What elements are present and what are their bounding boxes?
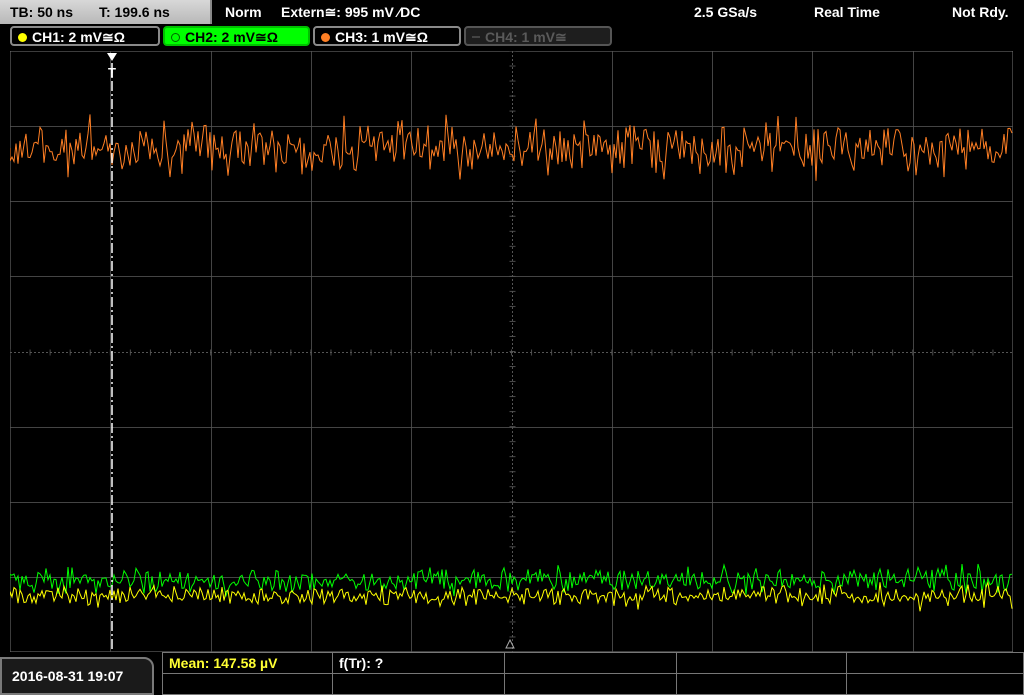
top-status-bar: TB: 50 ns T: 199.6 ns Norm Extern≅: 995 …: [0, 0, 1024, 24]
trigger-mode-label[interactable]: Norm: [225, 0, 262, 24]
measurement-slot-9[interactable]: [677, 674, 847, 695]
datetime-box: 2016-08-31 19:07: [0, 657, 154, 695]
run-status-label: Not Rdy.: [952, 4, 1009, 20]
trigger-marker-label: T: [108, 65, 116, 80]
measurement-slot-6[interactable]: [163, 674, 333, 695]
channel-3-color-icon: [321, 33, 330, 42]
channel-2-color-icon: [171, 33, 180, 42]
channel-4-button[interactable]: CH4: 1 mV≅: [464, 26, 612, 46]
measurement-mean[interactable]: Mean: 147.58 µV: [163, 653, 333, 674]
timebase-box[interactable]: TB: 50 ns T: 199.6 ns: [0, 0, 212, 24]
channel-4-off-icon: [472, 36, 480, 38]
channel-1-label: CH1: 2 mV≅Ω: [32, 29, 125, 45]
trigger-time-label: T: 199.6 ns: [99, 4, 170, 20]
measurement-slot-10[interactable]: [847, 674, 1024, 695]
channel-bar: CH1: 2 mV≅Ω CH2: 2 mV≅Ω CH3: 1 mV≅Ω CH4:…: [0, 26, 1024, 48]
measurement-slot-7[interactable]: [333, 674, 505, 695]
measurement-slot-3[interactable]: [505, 653, 677, 674]
measurement-slot-8[interactable]: [505, 674, 677, 695]
trigger-source-label[interactable]: Extern≅: 995 mV ⁄DC: [281, 0, 420, 24]
timebase-label: TB: 50 ns: [10, 4, 74, 20]
channel-2-button[interactable]: CH2: 2 mV≅Ω: [163, 26, 310, 46]
sample-rate-label: 2.5 GSa/s: [694, 4, 758, 20]
channel-2-label: CH2: 2 mV≅Ω: [185, 29, 278, 45]
waveform-display[interactable]: T: [10, 51, 1013, 652]
acquisition-mode-label: Real Time: [814, 4, 880, 20]
measurement-trigger-frequency[interactable]: f(Tr): ?: [333, 653, 505, 674]
channel-1-color-icon: [18, 33, 27, 42]
channel-4-label: CH4: 1 mV≅: [485, 29, 567, 45]
measurement-slot-5[interactable]: [847, 653, 1024, 674]
channel-1-button[interactable]: CH1: 2 mV≅Ω: [10, 26, 160, 46]
channel-3-label: CH3: 1 mV≅Ω: [335, 29, 428, 45]
channel-3-button[interactable]: CH3: 1 mV≅Ω: [313, 26, 461, 46]
measurement-table: Mean: 147.58 µV f(Tr): ?: [162, 652, 1024, 695]
measurement-slot-4[interactable]: [677, 653, 847, 674]
